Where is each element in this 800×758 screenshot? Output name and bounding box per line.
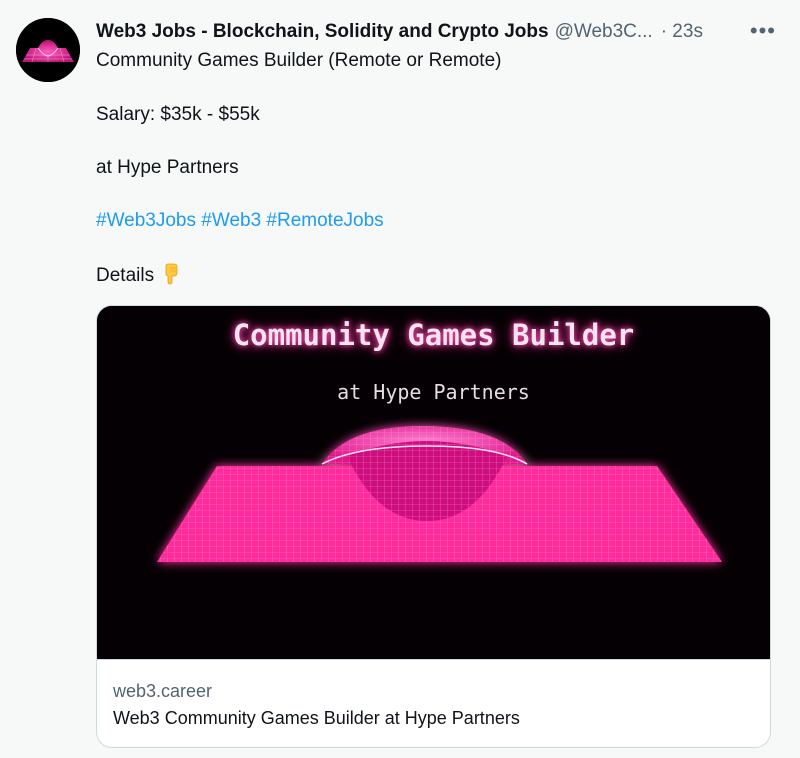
details-line: Details <box>96 263 182 287</box>
hashtag-remotejobs[interactable]: #RemoteJobs <box>266 210 383 231</box>
salary-line: Salary: $35k - $55k <box>96 104 260 125</box>
more-dots-icon[interactable]: ••• <box>750 18 776 44</box>
tweet[interactable]: Web3 Jobs - Blockchain, Solidity and Cry… <box>0 0 800 758</box>
neon-grid-logo-icon <box>16 18 80 82</box>
tweet-header: Web3 Jobs - Blockchain, Solidity and Cry… <box>96 18 776 46</box>
role-line: Community Games Builder (Remote or Remot… <box>96 50 502 71</box>
author-name[interactable]: Web3 Jobs - Blockchain, Solidity and Cry… <box>96 21 549 43</box>
card-image-title: Community Games Builder <box>232 318 635 352</box>
company-line: at Hype Partners <box>96 157 239 178</box>
card-image[interactable]: Community Games Builder at Hype Partners <box>97 306 770 659</box>
avatar[interactable] <box>16 18 80 82</box>
card-footer[interactable]: web3.career Web3 Community Games Builder… <box>97 659 770 747</box>
card-image-subtitle: at Hype Partners <box>337 380 530 404</box>
details-text: Details <box>96 265 155 286</box>
link-card[interactable]: Community Games Builder at Hype Partners… <box>96 305 771 748</box>
hashtag-web3[interactable]: #Web3 <box>201 210 261 231</box>
pointing-down-hand-icon <box>165 263 178 285</box>
card-domain: web3.career <box>113 681 213 701</box>
card-caption: Web3 Community Games Builder at Hype Par… <box>113 708 520 728</box>
neon-wireframe-surface-image <box>97 306 770 659</box>
hashtag-web3jobs[interactable]: #Web3Jobs <box>96 210 196 231</box>
timestamp[interactable]: · 23s <box>661 21 703 43</box>
author-handle[interactable]: @Web3C... <box>555 21 653 43</box>
hashtags-line: #Web3Jobs #Web3 #RemoteJobs <box>96 210 384 232</box>
